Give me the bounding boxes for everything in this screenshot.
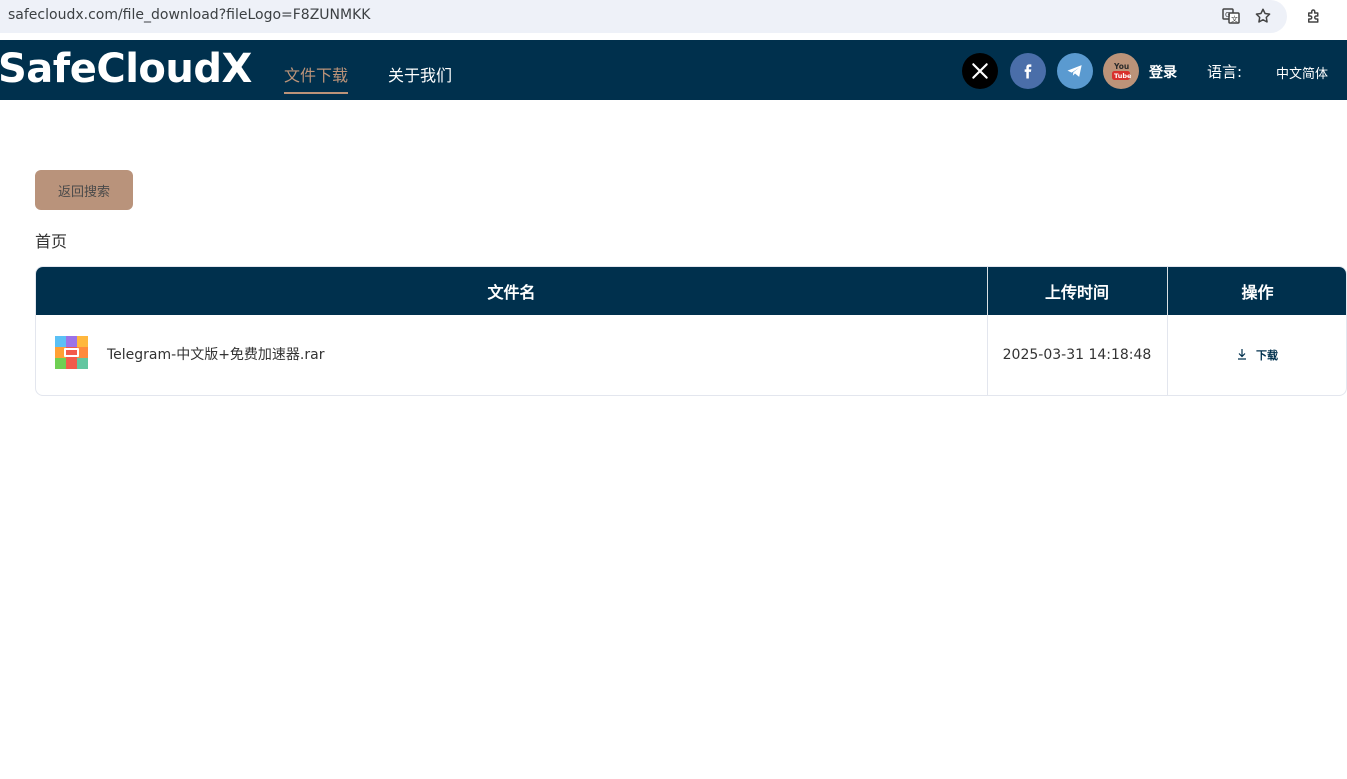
- language-label: 语言:: [1207, 63, 1243, 81]
- nav-file-download[interactable]: 文件下载: [284, 62, 348, 86]
- site-header: SafeCloudX 文件下载 关于我们 You Tube 登录 语言: 中文简体: [0, 40, 1347, 100]
- download-icon: [1236, 348, 1248, 363]
- download-link[interactable]: 下载: [1167, 347, 1346, 363]
- url-text[interactable]: safecloudx.com/file_download?fileLogo=F8…: [8, 7, 370, 23]
- svg-text:Tube: Tube: [1114, 72, 1132, 80]
- column-header-filename: 文件名: [487, 283, 536, 302]
- browser-toolbar: safecloudx.com/file_download?fileLogo=F8…: [0, 0, 1347, 40]
- breadcrumb-home[interactable]: 首页: [35, 228, 67, 252]
- address-bar[interactable]: safecloudx.com/file_download?fileLogo=F8…: [0, 0, 1287, 33]
- x-icon[interactable]: [962, 53, 998, 89]
- svg-text:G: G: [1225, 11, 1230, 19]
- nav-about-us[interactable]: 关于我们: [388, 62, 452, 86]
- bookmark-star-icon[interactable]: [1252, 5, 1274, 27]
- archive-file-icon: [55, 336, 88, 369]
- translate-icon[interactable]: G文: [1220, 5, 1242, 27]
- table-header: 文件名 上传时间 操作: [36, 267, 1346, 315]
- svg-text:You: You: [1113, 62, 1129, 71]
- site-logo[interactable]: SafeCloudX: [0, 46, 252, 92]
- nav-active-underline: [284, 92, 348, 94]
- back-to-search-button[interactable]: 返回搜索: [35, 170, 133, 210]
- file-table: 文件名 上传时间 操作 Telegram-中文版+免费加速器.rar 2025-…: [35, 266, 1347, 396]
- language-select[interactable]: 中文简体: [1276, 63, 1328, 82]
- telegram-icon[interactable]: [1057, 53, 1093, 89]
- youtube-icon[interactable]: You Tube: [1103, 53, 1139, 89]
- column-header-actions: 操作: [1241, 283, 1274, 302]
- facebook-icon[interactable]: [1010, 53, 1046, 89]
- file-name: Telegram-中文版+免费加速器.rar: [107, 347, 325, 363]
- extensions-icon[interactable]: [1303, 5, 1325, 27]
- download-label[interactable]: 下载: [1256, 347, 1278, 363]
- upload-time: 2025-03-31 14:18:48: [1002, 347, 1152, 363]
- login-link[interactable]: 登录: [1149, 62, 1177, 82]
- column-header-upload-time: 上传时间: [1044, 283, 1109, 302]
- svg-text:文: 文: [1231, 15, 1238, 24]
